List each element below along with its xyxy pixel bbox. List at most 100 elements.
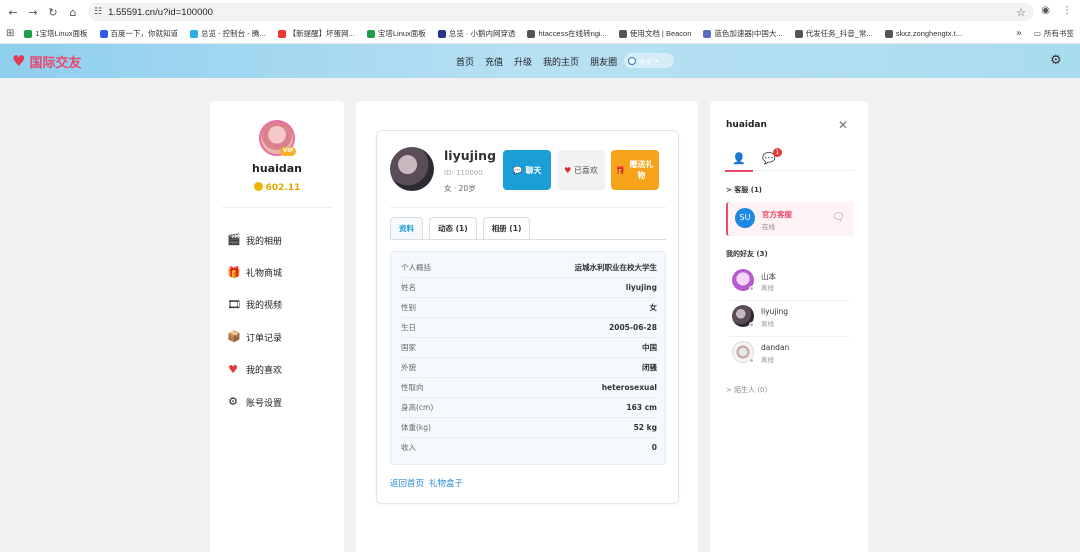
strangers-section-title[interactable]: > 陌生人 (0) — [726, 385, 767, 395]
info-row: 个人概括 运城水利职业在校大学生 — [401, 258, 657, 278]
site-header: ♥ 国际交友 首页 充值 升级 我的主页 朋友圈 中文 ▾ ⚙ — [0, 44, 1080, 78]
back-icon[interactable]: ← — [6, 5, 20, 19]
username: huaidan — [252, 162, 302, 175]
language-select[interactable]: 中文 ▾ — [624, 53, 674, 68]
chat-button[interactable]: 💬 聊天 — [503, 150, 551, 190]
menu-item-album[interactable]: 🎬 我的相册 — [227, 224, 282, 256]
bookmark-item[interactable]: 总览 · 小鹅内网穿透 — [437, 28, 515, 39]
side-menu: 🎬 我的相册 🎁 礼物商城 🎞 我的视频 📦 订单记录 ♥ 我的喜欢 ⚙ 账号设置 — [227, 224, 282, 418]
menu-item-settings[interactable]: ⚙ 账号设置 — [227, 386, 282, 418]
bookmark-item[interactable]: htaccess在线转ngi... — [527, 28, 607, 39]
menu-item-gift-shop[interactable]: 🎁 礼物商城 — [227, 256, 282, 288]
tab-posts[interactable]: 动态 (1) — [429, 217, 477, 239]
heart-icon: ♥ — [228, 362, 238, 376]
gift-box-link[interactable]: 礼物盒子 — [429, 477, 463, 489]
back-home-link[interactable]: 返回首页 — [390, 477, 424, 489]
gift-box-icon: 🎁 — [227, 265, 241, 279]
service-name: 官方客服 — [762, 210, 792, 219]
coin-icon — [253, 182, 263, 191]
friend-item[interactable]: liyujing 离线 — [730, 301, 850, 337]
bookmark-item[interactable]: 蓝色加速器|中国大... — [703, 28, 783, 39]
friend-status: 离线 — [761, 284, 774, 292]
send-gift-button[interactable]: 🎁 赠送礼物 — [611, 150, 659, 190]
url-text[interactable]: 1.55591.cn/u?id=100000 — [108, 7, 213, 18]
folder-icon: ▭ — [1033, 29, 1041, 38]
friend-name: dandan — [761, 343, 790, 352]
divider — [390, 239, 666, 240]
divider — [222, 207, 332, 208]
customer-service-item[interactable]: SU 官方客服 在线 🗨 — [726, 202, 854, 236]
bookmark-item[interactable]: 百度一下，你就知道 — [99, 28, 178, 39]
menu-item-likes[interactable]: ♥ 我的喜欢 — [227, 354, 282, 386]
service-section-title[interactable]: > 客服 (1) — [726, 185, 762, 195]
profile-avatar[interactable] — [390, 147, 434, 191]
menu-item-orders[interactable]: 📦 订单记录 — [227, 321, 282, 353]
user-sidebar: VIP huaidan 602.11 🎬 我的相册 🎁 礼物商城 🎞 我的视频 📦 订单… — [210, 101, 344, 552]
info-row: 生日 2005-06-28 — [401, 318, 657, 338]
top-nav: 首页 充值 升级 我的主页 朋友圈 — [456, 55, 617, 68]
nav-upgrade[interactable]: 升级 — [514, 55, 532, 68]
orders-icon: 📦 — [227, 330, 241, 344]
profile-name: liyujing — [444, 148, 497, 163]
chat-panel-title: huaidan — [726, 120, 767, 130]
address-bar[interactable]: ☷ 1.55591.cn/u?id=100000 ☆ — [88, 3, 1034, 21]
settings-icon: ⚙ — [228, 395, 238, 409]
info-row: 国家 中国 — [401, 338, 657, 358]
menu-item-videos[interactable]: 🎞 我的视频 — [227, 289, 282, 321]
nav-moments[interactable]: 朋友圈 — [590, 55, 617, 68]
friend-status: 离线 — [761, 356, 774, 364]
language-label: 中文 — [639, 57, 652, 66]
friend-item[interactable]: 山本 离线 — [730, 265, 850, 301]
bookmark-item[interactable]: 代发任务_抖音_常... — [794, 28, 873, 39]
profile-meta: 女 · 20岁 — [444, 184, 476, 193]
bookmarks-overflow-icon[interactable]: » — [1016, 28, 1022, 39]
status-dot — [749, 358, 754, 363]
chat-bubble-icon[interactable]: 🗨 — [832, 212, 845, 223]
forward-icon[interactable]: → — [26, 5, 40, 19]
tab-info[interactable]: 资料 — [390, 217, 423, 239]
photo-album-icon: 🎬 — [227, 233, 241, 247]
site-info-icon[interactable]: ☷ — [94, 7, 102, 17]
status-dot — [749, 286, 754, 291]
bookmark-item[interactable]: 总览 - 控制台 - 腾... — [190, 28, 266, 39]
menu-dots-icon[interactable]: ⋮ — [1062, 5, 1072, 16]
gift-icon: 🎁 — [615, 165, 628, 175]
heart-logo-icon: ♥ — [12, 52, 26, 70]
friend-name: 山本 — [761, 272, 776, 281]
profile-card: liyujing ID: 110000 女 · 20岁 💬 聊天 ♥ 已喜欢 🎁… — [376, 130, 679, 504]
nav-home[interactable]: 首页 — [456, 55, 474, 68]
bookmark-item[interactable]: 【新提醒】坏蛋网... — [277, 28, 355, 39]
bookmark-item[interactable]: skxz.zonghengtx.t... — [884, 29, 962, 38]
close-icon[interactable]: ✕ — [838, 118, 848, 132]
bookmark-item[interactable]: 1宝塔Linux面板 — [24, 28, 88, 39]
profile-tabs: 资料 动态 (1) 相册 (1) — [390, 217, 531, 239]
all-bookmarks-folder[interactable]: ▭ 所有书签 — [1034, 28, 1074, 39]
apps-grid-icon[interactable]: ⊞ — [6, 28, 14, 39]
home-icon[interactable]: ⌂ — [66, 5, 80, 19]
contacts-tab-icon[interactable]: 👤 — [725, 152, 753, 172]
vip-badge: VIP — [280, 147, 296, 156]
profile-icon[interactable]: ◉ — [1041, 5, 1050, 16]
info-row: 收入 0 — [401, 443, 657, 453]
card-links: 返回首页 礼物盒子 — [390, 477, 463, 489]
friends-section-title[interactable]: 我的好友 (3) — [726, 249, 768, 259]
info-row: 姓名 liyujing — [401, 278, 657, 298]
heart-icon: ♥ — [564, 165, 574, 175]
bookmark-star-icon[interactable]: ☆ — [1016, 6, 1026, 19]
friend-item[interactable]: dandan 离线 — [730, 337, 850, 373]
status-dot — [749, 322, 754, 327]
liked-button[interactable]: ♥ 已喜欢 — [557, 150, 605, 190]
nav-my-homepage[interactable]: 我的主页 — [543, 55, 579, 68]
settings-gear-icon[interactable]: ⚙ — [1050, 54, 1064, 68]
chat-panel: huaidan ✕ 👤 💬 1 > 客服 (1) SU 官方客服 在线 🗨 我的… — [710, 101, 868, 552]
nav-recharge[interactable]: 充值 — [485, 55, 503, 68]
reload-icon[interactable]: ↻ — [46, 5, 60, 19]
bookmark-item[interactable]: 使用文档 | Beacon — [618, 28, 691, 39]
unread-badge: 1 — [773, 148, 782, 157]
bookmarks-bar: ⊞ 1宝塔Linux面板 百度一下，你就知道 总览 - 控制台 - 腾... 【… — [0, 24, 1080, 44]
video-icon: 🎞 — [227, 297, 241, 311]
bookmark-item[interactable]: 宝塔Linux面板 — [366, 28, 426, 39]
chat-tabs: 👤 💬 1 — [725, 148, 854, 172]
brand-logo[interactable]: ♥ 国际交友 — [12, 52, 81, 72]
tab-album[interactable]: 相册 (1) — [482, 217, 531, 239]
